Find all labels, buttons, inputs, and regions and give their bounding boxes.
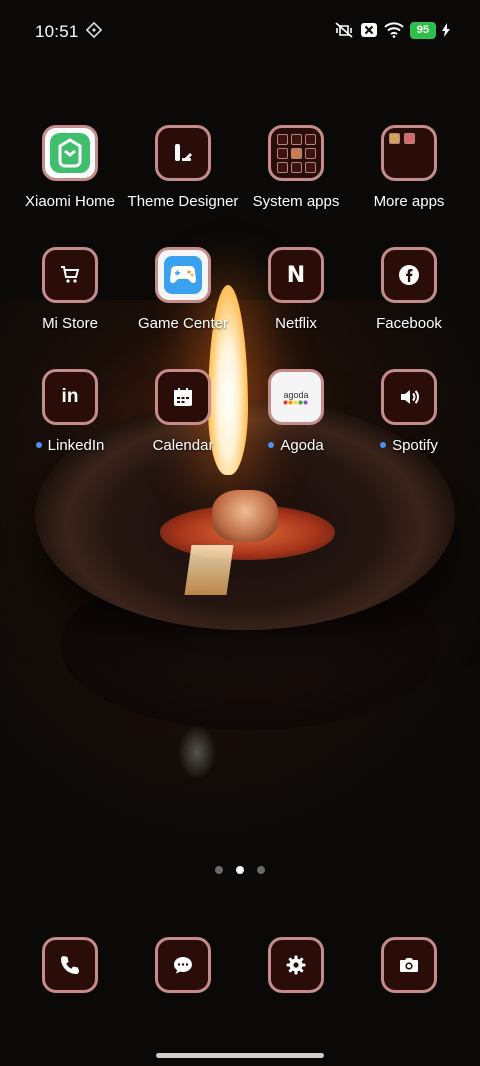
app-system-apps-folder[interactable]: System apps	[237, 125, 355, 210]
app-label: Theme Designer	[127, 193, 239, 210]
app-label: Spotify	[350, 437, 468, 454]
home-indicator-bar[interactable]	[156, 1053, 324, 1058]
linkedin-glyph: in	[61, 386, 79, 407]
sim-disabled-icon	[360, 21, 378, 39]
app-label: Netflix	[275, 315, 317, 332]
new-badge	[268, 442, 275, 449]
app-label: Facebook	[376, 315, 442, 332]
camera-icon	[381, 937, 437, 993]
linkedin-icon: in	[42, 369, 98, 425]
agoda-icon: agoda	[268, 369, 324, 425]
facebook-icon	[381, 247, 437, 303]
xiaomi-home-icon	[42, 125, 98, 181]
page-dot-3[interactable]	[257, 866, 265, 874]
app-spotify[interactable]: Spotify	[350, 369, 468, 454]
wifi-icon	[384, 22, 404, 38]
cart-icon	[42, 247, 98, 303]
app-calendar[interactable]: Calendar	[124, 369, 242, 454]
app-xiaomi-home[interactable]: Xiaomi Home	[11, 125, 129, 210]
app-label: More apps	[373, 193, 445, 210]
app-theme-designer[interactable]: Theme Designer	[124, 125, 242, 210]
page-dot-2[interactable]	[236, 866, 244, 874]
app-label: Mi Store	[42, 315, 98, 332]
netflix-icon: N	[268, 247, 324, 303]
dock-phone[interactable]	[42, 937, 98, 993]
app-mi-store[interactable]: Mi Store	[11, 247, 129, 332]
folder-icon	[381, 125, 437, 181]
gamepad-icon	[155, 247, 211, 303]
new-badge	[380, 442, 387, 449]
app-label: System apps	[252, 193, 340, 210]
app-label-text: Agoda	[280, 437, 324, 454]
status-bar: 10:51 95	[0, 0, 480, 62]
sync-diamond-icon	[86, 22, 102, 38]
app-label-text: Spotify	[392, 437, 438, 454]
theme-designer-icon	[155, 125, 211, 181]
dock-settings[interactable]	[268, 937, 324, 993]
page-dot-1[interactable]	[215, 866, 223, 874]
calendar-icon	[155, 369, 211, 425]
speaker-icon	[381, 369, 437, 425]
agoda-logo-text: agoda	[283, 389, 309, 400]
app-label: LinkedIn	[11, 437, 129, 454]
app-agoda[interactable]: agoda Agoda	[237, 369, 355, 454]
app-label: Calendar	[152, 437, 214, 454]
app-netflix[interactable]: N Netflix	[237, 247, 355, 332]
app-label: Game Center	[137, 315, 229, 332]
new-badge	[35, 442, 42, 449]
app-label-text: LinkedIn	[47, 437, 105, 454]
app-game-center[interactable]: Game Center	[124, 247, 242, 332]
battery-icon: 95	[409, 21, 436, 39]
app-facebook[interactable]: Facebook	[350, 247, 468, 332]
folder-icon	[268, 125, 324, 181]
charging-icon	[442, 23, 450, 37]
clock: 10:51	[35, 22, 79, 41]
app-label: Xiaomi Home	[24, 193, 116, 210]
app-more-apps-folder[interactable]: More apps	[350, 125, 468, 210]
page-indicator[interactable]	[0, 866, 480, 874]
dock-messages[interactable]	[155, 937, 211, 993]
dock-camera[interactable]	[381, 937, 437, 993]
app-linkedin[interactable]: in LinkedIn	[11, 369, 129, 454]
phone-icon	[42, 937, 98, 993]
settings-icon	[268, 937, 324, 993]
app-label: Agoda	[237, 437, 355, 454]
mute-vibrate-icon	[334, 21, 354, 39]
netflix-letter: N	[286, 262, 306, 288]
messages-icon	[155, 937, 211, 993]
